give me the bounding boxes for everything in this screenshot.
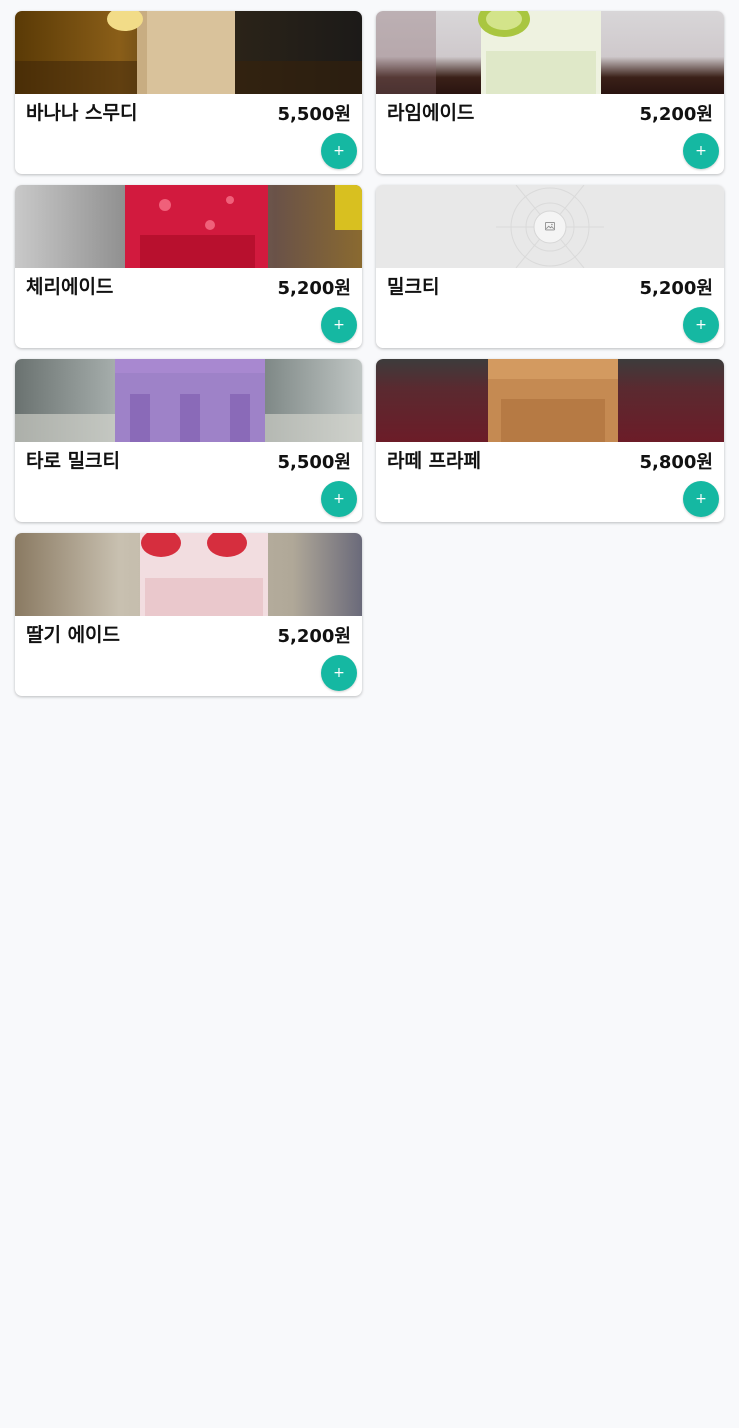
- add-to-cart-button[interactable]: +: [683, 481, 719, 517]
- menu-item-name: 밀크티: [387, 276, 440, 298]
- menu-item-name: 라떼 프라페: [387, 450, 482, 472]
- menu-item-name: 딸기 에이드: [26, 624, 121, 646]
- menu-item-price: 5,200원: [639, 104, 714, 125]
- menu-item-card[interactable]: 바나나 스무디 5,500원 +: [15, 11, 362, 174]
- menu-item-name: 체리에이드: [26, 276, 114, 298]
- add-to-cart-button[interactable]: +: [321, 481, 357, 517]
- menu-item-name: 바나나 스무디: [26, 102, 138, 124]
- menu-item-price: 5,200원: [277, 278, 352, 299]
- menu-item-price: 5,500원: [277, 452, 352, 473]
- menu-item-name: 타로 밀크티: [26, 450, 121, 472]
- image-placeholder-icon: [545, 222, 555, 231]
- menu-item-price: 5,800원: [639, 452, 714, 473]
- add-to-cart-button[interactable]: +: [321, 133, 357, 169]
- add-to-cart-button[interactable]: +: [321, 307, 357, 343]
- cherryade-image: [15, 185, 362, 268]
- add-to-cart-button[interactable]: +: [321, 655, 357, 691]
- menu-item-price: 5,500원: [277, 104, 352, 125]
- image-placeholder: [376, 185, 724, 268]
- add-to-cart-button[interactable]: +: [683, 133, 719, 169]
- add-to-cart-button[interactable]: +: [683, 307, 719, 343]
- menu-item-price: 5,200원: [277, 626, 352, 647]
- banana-smoothie-image: [15, 11, 362, 94]
- menu-item-name: 라임에이드: [387, 102, 475, 124]
- menu-item-card[interactable]: 밀크티 5,200원 +: [376, 185, 724, 348]
- menu-grid: 바나나 스무디 5,500원 + 라임에이드 5,200원 + 체리에이드 5,…: [15, 11, 724, 696]
- menu-item-card[interactable]: 체리에이드 5,200원 +: [15, 185, 362, 348]
- menu-item-card[interactable]: 라임에이드 5,200원 +: [376, 11, 724, 174]
- taro-milk-tea-image: [15, 359, 362, 442]
- latte-frappe-image: [376, 359, 724, 442]
- strawberry-ade-image: [15, 533, 362, 616]
- menu-item-card[interactable]: 딸기 에이드 5,200원 +: [15, 533, 362, 696]
- menu-item-card[interactable]: 타로 밀크티 5,500원 +: [15, 359, 362, 522]
- menu-item-price: 5,200원: [639, 278, 714, 299]
- menu-item-card[interactable]: 라떼 프라페 5,800원 +: [376, 359, 724, 522]
- limeade-image: [376, 11, 724, 94]
